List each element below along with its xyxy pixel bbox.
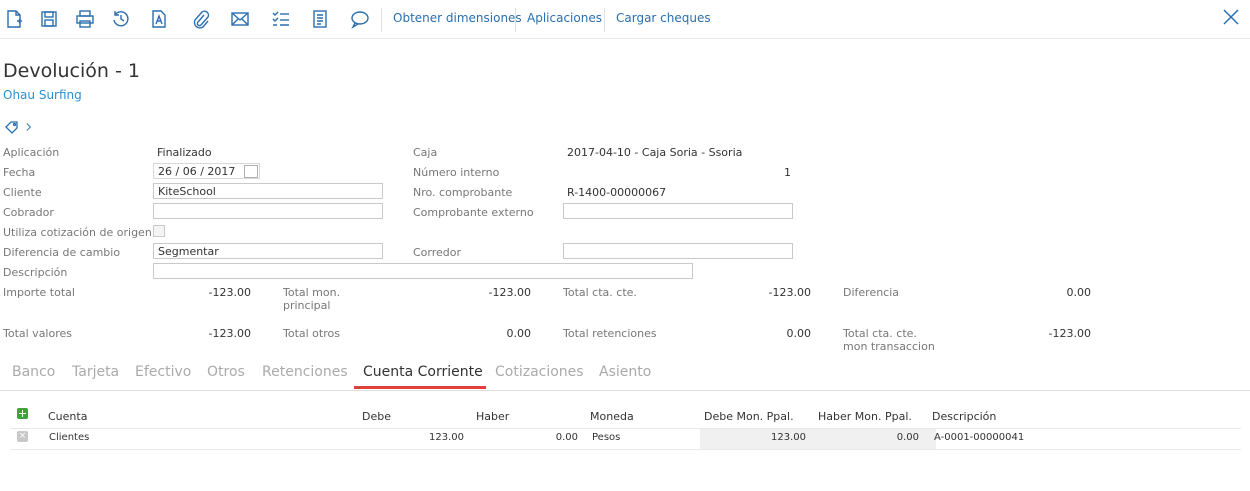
tab-banco[interactable]: Banco [12,364,55,380]
page-title: Devolución - 1 [3,60,140,82]
chevron-right-icon [26,122,32,131]
total-retenciones-label: Total retenciones [563,327,657,340]
aplicacion-label: Aplicación [3,146,60,159]
cell-descripcion[interactable]: A-0001-00000041 [934,432,1024,443]
tag-icon [5,120,18,134]
cliente-field[interactable]: KiteSchool [153,183,383,199]
descripcion-label: Descripción [3,266,68,279]
tags-row[interactable] [5,116,34,134]
cell-moneda[interactable]: Pesos [592,432,620,443]
history-icon[interactable] [110,8,132,30]
total-cta-cte-mon-label-line2: mon transaccion [843,340,935,353]
cliente-label: Cliente [3,186,42,199]
attachment-icon[interactable] [189,8,211,30]
cell-debe[interactable]: 123.00 [390,432,464,443]
diferencia-cambio-label: Diferencia de cambio [3,246,121,259]
nro-comprobante-label: Nro. comprobante [413,186,513,199]
importe-total-label: Importe total [3,286,75,299]
cobrador-field[interactable] [153,203,383,219]
cell-cuenta[interactable]: Clientes [49,432,89,443]
tab-cuenta-corriente[interactable]: Cuenta Corriente [363,364,483,380]
tab-retenciones[interactable]: Retenciones [262,364,348,380]
comprobante-externo-label: Comprobante externo [413,206,534,219]
table-row[interactable]: Clientes 123.00 0.00 Pesos 123.00 0.00 A… [10,428,1241,450]
print-icon[interactable] [74,8,96,30]
new-document-icon[interactable] [3,8,25,30]
tab-otros[interactable]: Otros [207,364,245,380]
cell-debe-mon-ppal: 123.00 [771,432,806,443]
add-row-button[interactable] [17,408,28,419]
cargar-cheques-link[interactable]: Cargar cheques [616,11,711,25]
column-header-cuenta[interactable]: Cuenta [48,410,87,423]
cliente-value: KiteSchool [158,185,216,198]
aplicacion-value: Finalizado [157,146,212,159]
caja-label: Caja [413,146,438,159]
delete-row-icon[interactable]: × [17,431,28,442]
total-valores-value: -123.00 [208,327,251,340]
descripcion-field[interactable] [153,263,693,279]
total-retenciones-value: 0.00 [786,327,812,340]
column-header-haber-mon-ppal[interactable]: Haber Mon. Ppal. [818,410,912,423]
corredor-field[interactable] [563,243,793,259]
column-header-haber[interactable]: Haber [476,410,509,423]
cell-haber[interactable]: 0.00 [504,432,578,443]
column-header-debe[interactable]: Debe [362,410,391,423]
checklist-icon[interactable] [270,8,292,30]
cotizacion-origen-checkbox[interactable] [153,225,165,237]
tab-efectivo[interactable]: Efectivo [135,364,191,380]
column-header-descripcion[interactable]: Descripción [932,410,996,423]
column-header-debe-mon-ppal[interactable]: Debe Mon. Ppal. [704,410,794,423]
fecha-label: Fecha [3,166,36,179]
toolbar: Obtener dimensiones Aplicaciones Cargar … [0,0,1250,39]
total-cta-cte-mon-value: -123.00 [1048,327,1091,340]
column-header-moneda[interactable]: Moneda [590,410,634,423]
company-link[interactable]: Ohau Surfing [3,88,82,102]
tab-bar: Banco Tarjeta Efectivo Otros Retenciones… [0,360,1250,391]
total-cta-cte-label: Total cta. cte. [563,286,637,299]
total-otros-value: 0.00 [506,327,532,340]
cobrador-label: Cobrador [3,206,54,219]
total-otros-label: Total otros [283,327,340,340]
cotizacion-origen-label: Utiliza cotización de origen [3,226,152,239]
total-valores-label: Total valores [3,327,73,340]
diferencia-cambio-select[interactable]: Segmentar [153,243,383,259]
comprobante-externo-field[interactable] [563,203,793,219]
comment-icon[interactable] [349,8,371,30]
importe-total-value: -123.00 [208,286,251,299]
document-a-icon[interactable] [148,8,170,30]
diferencia-total-value: 0.00 [1066,286,1092,299]
corredor-label: Corredor [413,246,462,259]
report-icon[interactable] [309,8,331,30]
toolbar-separator [604,8,605,32]
cell-haber-mon-ppal: 0.00 [896,432,919,443]
numero-interno-label: Número interno [413,166,500,179]
obtener-dimensiones-link[interactable]: Obtener dimensiones [393,11,522,25]
toolbar-separator [515,8,516,32]
total-cta-cte-value: -123.00 [768,286,811,299]
fecha-value: 26 / 06 / 2017 [158,165,236,178]
toolbar-separator [381,8,382,32]
total-mon-principal-value: -123.00 [488,286,531,299]
total-cta-cte-mon-label: Total cta. cte. [843,327,917,340]
save-icon[interactable] [38,8,60,30]
tab-asiento[interactable]: Asiento [599,364,651,380]
numero-interno-value: 1 [784,166,791,179]
total-mon-principal-label: Total mon. [283,286,341,299]
aplicaciones-link[interactable]: Aplicaciones [527,11,602,25]
total-mon-principal-label-line2: principal [283,299,331,312]
tab-tarjeta[interactable]: Tarjeta [72,364,119,380]
nro-comprobante-value: R-1400-00000067 [567,186,667,199]
close-icon[interactable] [1222,8,1242,28]
caja-value: 2017-04-10 - Caja Soria - Ssoria [567,146,743,159]
tab-cotizaciones[interactable]: Cotizaciones [495,364,584,380]
diferencia-total-label: Diferencia [843,286,900,299]
calendar-icon[interactable] [244,165,258,178]
diferencia-cambio-value: Segmentar [158,245,219,258]
email-icon[interactable] [229,8,251,30]
active-tab-indicator [354,386,486,389]
